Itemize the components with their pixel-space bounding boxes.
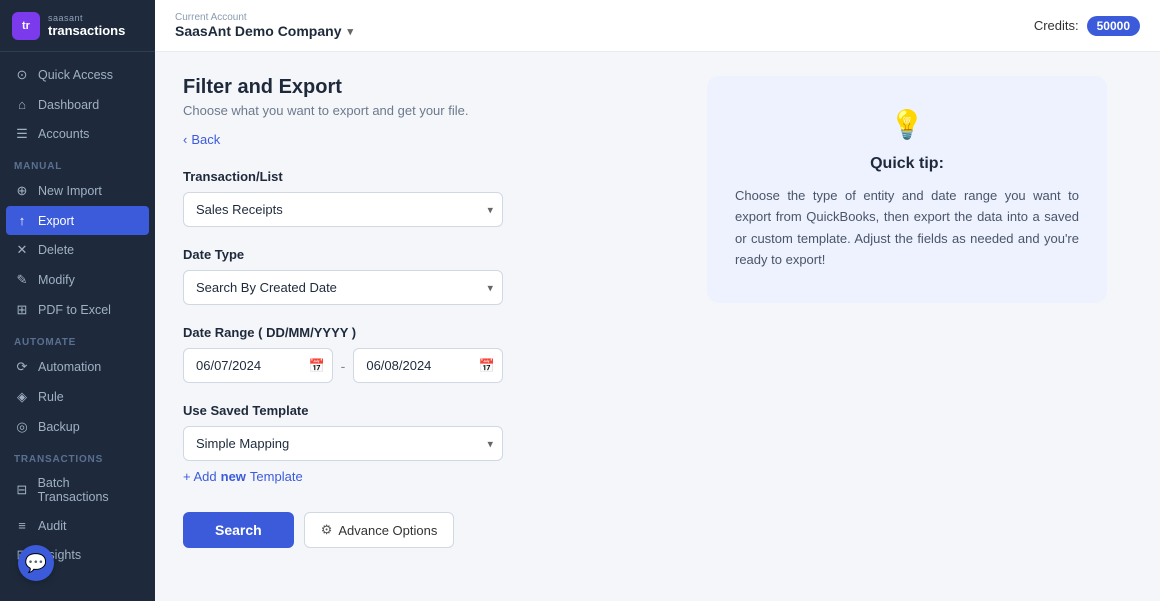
search-button[interactable]: Search [183,512,294,548]
automate-section-label: AUTOMATE [0,325,155,352]
brand-bottom: transactions [48,23,125,38]
logo-icon: tr [12,12,40,40]
transaction-list-label: Transaction/List [183,169,683,184]
template-select[interactable]: Simple Mapping Custom Mapping 1 Custom M… [183,426,503,461]
date-type-wrapper: Search By Created Date Search By Modifie… [183,270,503,305]
tip-bulb-icon: 💡 [890,108,925,141]
sidebar-item-automation[interactable]: ⟳ Automation [0,352,155,382]
date-to-wrapper: 📅 [353,348,503,383]
topbar-account-area: Current Account SaasAnt Demo Company ▾ [175,12,353,39]
sidebar-item-delete[interactable]: ✕ Delete [0,235,155,265]
date-separator: - [341,358,346,374]
back-button[interactable]: ‹ Back [183,132,683,147]
sidebar-item-export[interactable]: ↑ Export [6,206,149,235]
page-subtitle: Choose what you want to export and get y… [183,103,683,118]
quick-access-icon: ⊙ [14,67,30,83]
date-type-label: Date Type [183,247,683,262]
sidebar-item-dashboard[interactable]: ⌂ Dashboard [0,90,155,119]
topbar: Current Account SaasAnt Demo Company ▾ C… [155,0,1160,52]
add-template-link[interactable]: + Add new Template [183,469,683,484]
rule-icon: ◈ [14,389,30,405]
add-template-new: new [221,469,246,484]
sidebar-item-modify[interactable]: ✎ Modify [0,265,155,295]
form-panel: Filter and Export Choose what you want t… [183,76,683,577]
credits-label: Credits: [1034,18,1079,33]
sidebar: tr saasant transactions ⊙ Quick Access ⌂… [0,0,155,601]
app-logo: tr saasant transactions [0,0,155,52]
current-account-label: Current Account [175,12,353,23]
sidebar-item-audit[interactable]: ≡ Audit [0,511,155,540]
advance-options-button[interactable]: ⚙ Advance Options [304,512,455,548]
chat-fab-button[interactable]: 💬 [18,545,54,581]
modify-icon: ✎ [14,272,30,288]
sidebar-item-new-import[interactable]: ⊕ New Import [0,176,155,206]
dashboard-icon: ⌂ [14,97,30,112]
transaction-list-select[interactable]: Sales Receipts Invoices Bills Payments J… [183,192,503,227]
export-icon: ↑ [14,213,30,228]
chat-icon: 💬 [25,553,47,574]
date-type-select[interactable]: Search By Created Date Search By Modifie… [183,270,503,305]
date-from-input[interactable] [183,348,333,383]
date-range-row: 📅 - 📅 [183,348,503,383]
add-template-prefix: + Add [183,469,217,484]
account-selector[interactable]: SaasAnt Demo Company ▾ [175,23,353,39]
add-template-suffix: Template [250,469,303,484]
pdf-icon: ⊞ [14,302,30,318]
brand-top: saasant [48,13,125,23]
automation-icon: ⟳ [14,359,30,375]
tip-panel: 💡 Quick tip: Choose the type of entity a… [707,76,1107,577]
sidebar-item-backup[interactable]: ◎ Backup [0,412,155,442]
sidebar-item-rule[interactable]: ◈ Rule [0,382,155,412]
delete-icon: ✕ [14,242,30,258]
date-to-input[interactable] [353,348,503,383]
credits-badge: 50000 [1087,16,1140,36]
main-area: Current Account SaasAnt Demo Company ▾ C… [155,0,1160,601]
sidebar-item-quick-access[interactable]: ⊙ Quick Access [0,60,155,90]
transaction-list-wrapper: Sales Receipts Invoices Bills Payments J… [183,192,503,227]
content-area: Filter and Export Choose what you want t… [155,52,1160,601]
sidebar-item-pdf-to-excel[interactable]: ⊞ PDF to Excel [0,295,155,325]
transaction-list-section: Transaction/List Sales Receipts Invoices… [183,169,683,227]
transactions-section-label: TRANSACTIONS [0,442,155,469]
tip-title: Quick tip: [870,155,944,173]
batch-icon: ⊟ [14,482,30,498]
advance-options-label: Advance Options [338,523,437,538]
date-range-label: Date Range ( DD/MM/YYYY ) [183,325,683,340]
date-type-section: Date Type Search By Created Date Search … [183,247,683,305]
sidebar-item-batch-transactions[interactable]: ⊟ Batch Transactions [0,469,155,511]
tip-card: 💡 Quick tip: Choose the type of entity a… [707,76,1107,303]
audit-icon: ≡ [14,518,30,533]
template-section: Use Saved Template Simple Mapping Custom… [183,403,683,484]
sliders-icon: ⚙ [321,522,333,538]
sidebar-item-accounts[interactable]: ☰ Accounts [0,119,155,149]
sidebar-nav: ⊙ Quick Access ⌂ Dashboard ☰ Accounts MA… [0,52,155,601]
action-row: Search ⚙ Advance Options [183,512,683,548]
backup-icon: ◎ [14,419,30,435]
back-label: Back [191,132,220,147]
topbar-right: Credits: 50000 [1034,16,1140,36]
page-title: Filter and Export [183,76,683,99]
back-arrow-icon: ‹ [183,132,187,147]
account-chevron-icon: ▾ [347,25,353,38]
new-import-icon: ⊕ [14,183,30,199]
date-from-wrapper: 📅 [183,348,333,383]
manual-section-label: MANUAL [0,149,155,176]
template-label: Use Saved Template [183,403,683,418]
tip-body: Choose the type of entity and date range… [735,185,1079,271]
account-name: SaasAnt Demo Company [175,23,341,39]
accounts-icon: ☰ [14,126,30,142]
template-select-wrapper: Simple Mapping Custom Mapping 1 Custom M… [183,426,503,461]
date-range-section: Date Range ( DD/MM/YYYY ) 📅 - 📅 [183,325,683,383]
